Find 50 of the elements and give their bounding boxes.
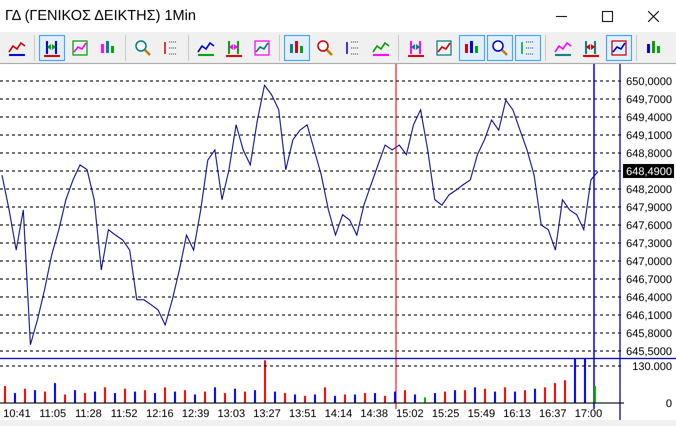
axis-label: 130.000 [632,361,672,373]
axis-label: 646,7000 [626,274,672,286]
toolbar-glyph-icon [252,38,272,58]
current-price-label: 648,4900 [623,164,674,178]
axis-label: 13:03 [218,408,246,420]
axis-label: 16:13 [503,408,531,420]
axis-label: 649,7000 [626,94,672,106]
toolbar-button[interactable] [459,34,485,60]
axis-label: 13:51 [288,408,317,420]
axis-label: 15:02 [396,408,424,420]
axis-label: 647,6000 [626,220,672,232]
toolbar-button[interactable] [284,34,310,60]
toolbar-glyph-icon [315,38,335,58]
axis-label: 647,3000 [626,238,672,250]
toolbar-glyph-icon [434,38,454,58]
axis-label: 647,9000 [626,202,672,214]
window-title: ΓΔ (ΓΕΝΙΚΟΣ ΔΕΙΚΤΗΣ) 1Min [5,8,196,24]
toolbar-glyph-icon [70,38,90,58]
axis-label: 13:27 [253,408,281,420]
axis-label: 11:05 [39,408,66,420]
axis-label: 648,8000 [626,148,672,160]
toolbar-glyph-icon [490,38,510,58]
axis-label: 14:38 [360,408,388,420]
axis-label: 12:39 [182,408,210,420]
toolbar-glyph-icon [609,38,629,58]
axis-label: 15:25 [432,408,460,420]
axis-label: 646,1000 [626,310,672,322]
axis-label: 649,4000 [626,112,672,124]
axis-label: 12:16 [146,408,174,420]
toolbar-button[interactable] [606,34,632,60]
axis-label: 11:28 [75,408,102,420]
axis-label: 14:14 [324,408,352,420]
axis-label: 648,2000 [626,184,672,196]
axis-label: 10:41 [3,408,31,420]
axis-label: 647,0000 [626,256,672,268]
axis-label: 646,4000 [626,292,672,304]
axis-label: 645,5000 [626,346,672,358]
toolbar-glyph-icon [133,38,153,58]
maximize-icon [602,10,612,22]
axis-label: 17:00 [574,408,602,420]
close-icon [648,10,658,22]
toolbar-button[interactable] [487,34,513,60]
axis-label: 649,1000 [626,130,672,142]
axis-label: 15:49 [468,408,496,420]
axis-label: 11:52 [110,408,138,420]
axis-label: 650,0000 [626,76,672,88]
axis-label: 645,8000 [626,328,672,340]
axis-label: 16:37 [539,408,567,420]
toolbar-button[interactable] [39,34,65,60]
axis-label: 0 [666,398,672,410]
